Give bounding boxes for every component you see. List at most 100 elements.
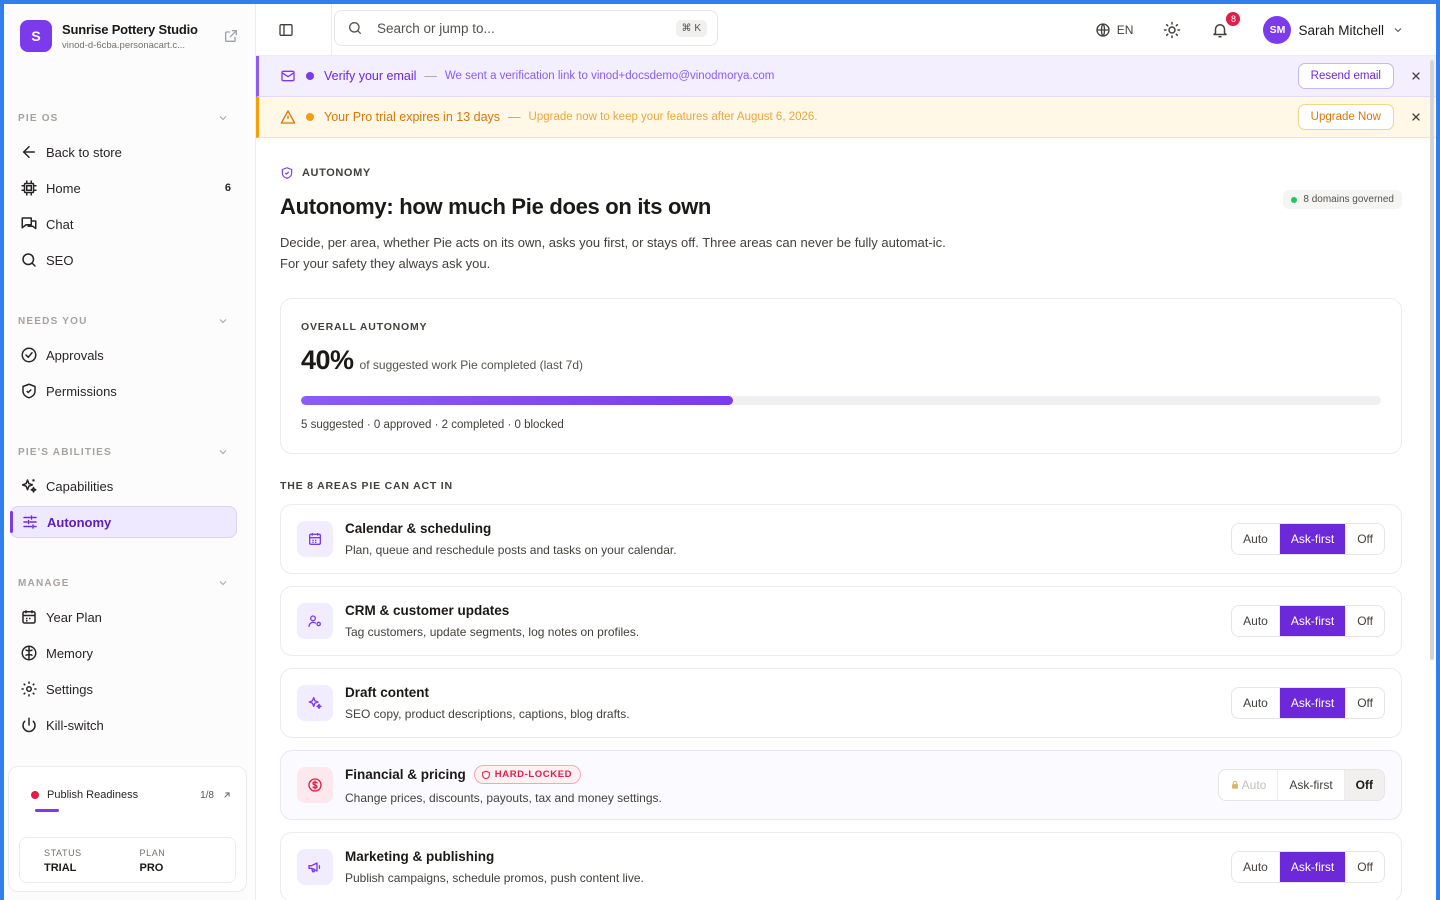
sidebar-item-permissions[interactable]: Permissions — [4, 373, 255, 409]
theme-toggle-button[interactable] — [1163, 21, 1181, 39]
kicker-label: AUTONOMY — [302, 167, 371, 179]
mode-off-button[interactable]: Off — [1346, 606, 1384, 636]
arrow-up-right-icon[interactable] — [222, 790, 232, 800]
power-icon — [22, 717, 36, 733]
autonomy-mode-toggle: Auto Ask-first Off — [1231, 605, 1385, 637]
area-card-calendar: Calendar & scheduling Plan, queue and re… — [280, 504, 1402, 574]
sidebar-item-capabilities[interactable]: Capabilities — [4, 468, 255, 504]
sparkles-icon — [21, 479, 37, 493]
overall-autonomy-card: OVERALL AUTONOMY 40% of suggested work P… — [280, 298, 1402, 454]
area-description: SEO copy, product descriptions, captions… — [345, 707, 630, 721]
area-description: Change prices, discounts, payouts, tax a… — [345, 791, 662, 805]
section-pies-abilities[interactable]: PIE'S ABILITIES — [4, 442, 255, 462]
areas-heading: THE 8 AREAS PIE CAN ACT IN — [280, 480, 453, 492]
upgrade-now-button[interactable]: Upgrade Now — [1297, 104, 1394, 130]
brand-header[interactable]: S Sunrise Pottery Studio vinod-d-6cba.pe… — [4, 4, 255, 54]
mode-off-button[interactable]: Off — [1346, 688, 1384, 718]
mode-ask-first-button[interactable]: Ask-first — [1279, 688, 1347, 718]
sidebar-toggle-button[interactable] — [256, 4, 332, 56]
sidebar-item-home[interactable]: Home 6 — [4, 170, 255, 206]
autonomy-page: AUTONOMY 8 domains governed Autonomy: ho… — [256, 166, 1436, 900]
sidebar-item-label: Permissions — [46, 383, 117, 399]
banner-dot — [306, 113, 314, 121]
lock-icon — [1231, 780, 1238, 789]
area-icon-wrap — [297, 849, 333, 885]
mode-auto-button[interactable]: Auto — [1232, 688, 1280, 718]
home-chip-icon — [21, 180, 37, 196]
sidebar-item-settings[interactable]: Settings — [4, 671, 255, 707]
page-kicker: AUTONOMY — [280, 166, 1402, 180]
status-label: STATUS — [44, 848, 82, 858]
calendar-grid-icon — [309, 533, 321, 545]
banner-dot — [306, 72, 314, 80]
mode-ask-first-button[interactable]: Ask-first — [1279, 852, 1347, 882]
top-bar: ⌘ K EN 8 SM Sarah Mitchell — [256, 4, 1436, 56]
sidebar-item-chat[interactable]: Chat — [4, 206, 255, 242]
sliders-icon — [23, 515, 37, 529]
search-input[interactable] — [377, 20, 676, 36]
publish-readiness-bar — [35, 809, 59, 812]
section-title: NEEDS YOU — [18, 315, 88, 327]
external-link-icon[interactable] — [223, 28, 239, 44]
area-description: Publish campaigns, schedule promos, push… — [345, 871, 644, 885]
sidebar-item-label: Approvals — [46, 347, 104, 363]
sidebar-item-seo[interactable]: SEO — [4, 242, 255, 278]
area-icon-wrap — [297, 603, 333, 639]
notifications-button[interactable]: 8 — [1211, 11, 1242, 39]
language-selector[interactable]: EN — [1095, 22, 1133, 38]
close-icon[interactable] — [1410, 70, 1422, 82]
mode-ask-first-button[interactable]: Ask-first — [1279, 524, 1347, 554]
sidebar-item-autonomy[interactable]: Autonomy — [10, 506, 237, 538]
mode-auto-button[interactable]: Auto — [1232, 524, 1280, 554]
section-title: MANAGE — [18, 577, 70, 589]
status-dot — [31, 791, 39, 799]
overall-autonomy-subtitle: of suggested work Pie completed (last 7d… — [359, 358, 583, 372]
area-title: Financial & pricing — [345, 767, 466, 782]
area-icon-wrap — [297, 521, 333, 557]
mode-ask-first-button[interactable]: Ask-first — [1278, 770, 1345, 800]
publish-readiness-card[interactable]: Publish Readiness 1/8 STATUS TRIAL PLAN … — [8, 766, 247, 892]
chevron-down-icon — [219, 581, 227, 586]
scrollbar[interactable] — [1430, 60, 1434, 660]
mode-auto-button[interactable]: Auto — [1232, 606, 1280, 636]
trial-banner-title: Your Pro trial expires in 13 days — [324, 110, 501, 124]
search-icon — [349, 22, 361, 34]
area-description: Tag customers, update segments, log note… — [345, 625, 640, 639]
area-title: Marketing & publishing — [345, 849, 495, 864]
check-circle-icon — [21, 347, 37, 363]
sidebar-item-kill-switch[interactable]: Kill-switch — [4, 707, 255, 743]
sidebar-item-year-plan[interactable]: Year Plan — [4, 599, 255, 635]
shield-icon — [481, 770, 490, 779]
home-count-badge: 6 — [224, 182, 231, 194]
banner-separator: — — [424, 69, 437, 83]
search-bar[interactable]: ⌘ K — [334, 10, 718, 46]
mode-off-button[interactable]: Off — [1344, 770, 1384, 800]
mode-auto-button[interactable]: Auto — [1232, 852, 1280, 882]
autonomy-stats: 5 suggested · 0 approved · 2 completed ·… — [301, 419, 564, 431]
sidebar-item-approvals[interactable]: Approvals — [4, 337, 255, 373]
section-needs-you[interactable]: NEEDS YOU — [4, 311, 255, 331]
arrow-left-icon — [22, 146, 35, 158]
mode-off-button[interactable]: Off — [1346, 524, 1384, 554]
area-title: Calendar & scheduling — [345, 521, 492, 536]
autonomy-mode-toggle: Auto Ask-first Off — [1217, 769, 1385, 801]
keyboard-shortcut: ⌘ K — [675, 19, 707, 37]
area-title: CRM & customer updates — [345, 603, 510, 618]
sidebar-item-memory[interactable]: Memory — [4, 635, 255, 671]
verify-banner-description: We sent a verification link to vinod+doc… — [444, 70, 775, 82]
mode-off-button[interactable]: Off — [1346, 852, 1384, 882]
section-manage[interactable]: MANAGE — [4, 573, 255, 593]
autonomy-progress-track — [301, 396, 1381, 405]
notification-count-badge: 8 — [1225, 11, 1242, 27]
user-menu[interactable]: SM Sarah Mitchell — [1263, 16, 1404, 44]
close-icon[interactable] — [1410, 111, 1422, 123]
mode-ask-first-button[interactable]: Ask-first — [1279, 606, 1347, 636]
resend-email-button[interactable]: Resend email — [1297, 63, 1394, 89]
dollar-circle-icon — [308, 778, 322, 792]
gear-icon — [21, 681, 37, 697]
chevron-down-icon — [219, 450, 227, 455]
sidebar-item-back-to-store[interactable]: Back to store — [4, 134, 255, 170]
section-pie-os[interactable]: PIE OS — [4, 108, 255, 128]
section-title: PIE'S ABILITIES — [18, 446, 112, 458]
sidebar-item-label: Settings — [46, 681, 93, 697]
